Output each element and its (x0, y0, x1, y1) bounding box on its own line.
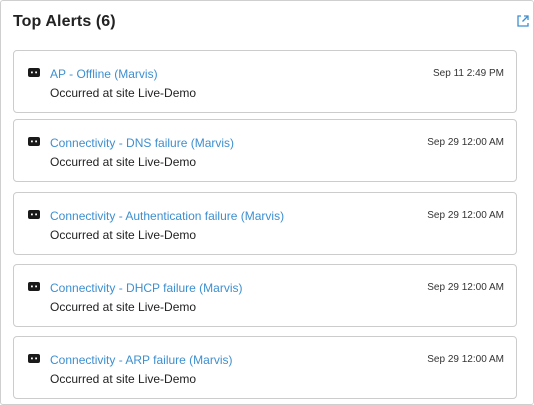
device-icon (28, 137, 40, 146)
alert-timestamp: Sep 29 12:00 AM (427, 210, 504, 221)
alert-site-text: Occurred at site Live-Demo (50, 300, 197, 314)
device-icon (28, 282, 40, 291)
alert-title-link[interactable]: Connectivity - Authentication failure (M… (50, 209, 284, 223)
alert-site-text: Occurred at site Live-Demo (50, 86, 197, 100)
alert-title-link[interactable]: Connectivity - DHCP failure (Marvis) (50, 281, 243, 295)
panel-title: Top Alerts (6) (13, 13, 116, 30)
alert-card[interactable]: Connectivity - Authentication failure (M… (13, 192, 517, 255)
alert-card[interactable]: Connectivity - DHCP failure (Marvis) Occ… (13, 264, 517, 327)
alert-timestamp: Sep 29 12:00 AM (427, 137, 504, 148)
alert-title-link[interactable]: Connectivity - ARP failure (Marvis) (50, 353, 233, 367)
alert-card[interactable]: Connectivity - DNS failure (Marvis) Occu… (13, 119, 517, 182)
alert-site-text: Occurred at site Live-Demo (50, 372, 197, 386)
alert-card[interactable]: AP - Offline (Marvis) Occurred at site L… (13, 50, 517, 113)
alert-title-link[interactable]: Connectivity - DNS failure (Marvis) (50, 136, 234, 150)
alert-title-link[interactable]: AP - Offline (Marvis) (50, 67, 158, 81)
device-icon (28, 210, 40, 219)
top-alerts-panel: Top Alerts (6) AP - Offline (Marvis) Occ… (0, 0, 534, 405)
device-icon (28, 354, 40, 363)
alert-card[interactable]: Connectivity - ARP failure (Marvis) Occu… (13, 336, 517, 399)
device-icon (28, 68, 40, 77)
external-link-icon[interactable] (515, 13, 531, 29)
alert-timestamp: Sep 29 12:00 AM (427, 282, 504, 293)
alert-timestamp: Sep 11 2:49 PM (433, 68, 504, 79)
alert-timestamp: Sep 29 12:00 AM (427, 354, 504, 365)
alert-site-text: Occurred at site Live-Demo (50, 155, 197, 169)
alert-site-text: Occurred at site Live-Demo (50, 228, 197, 242)
